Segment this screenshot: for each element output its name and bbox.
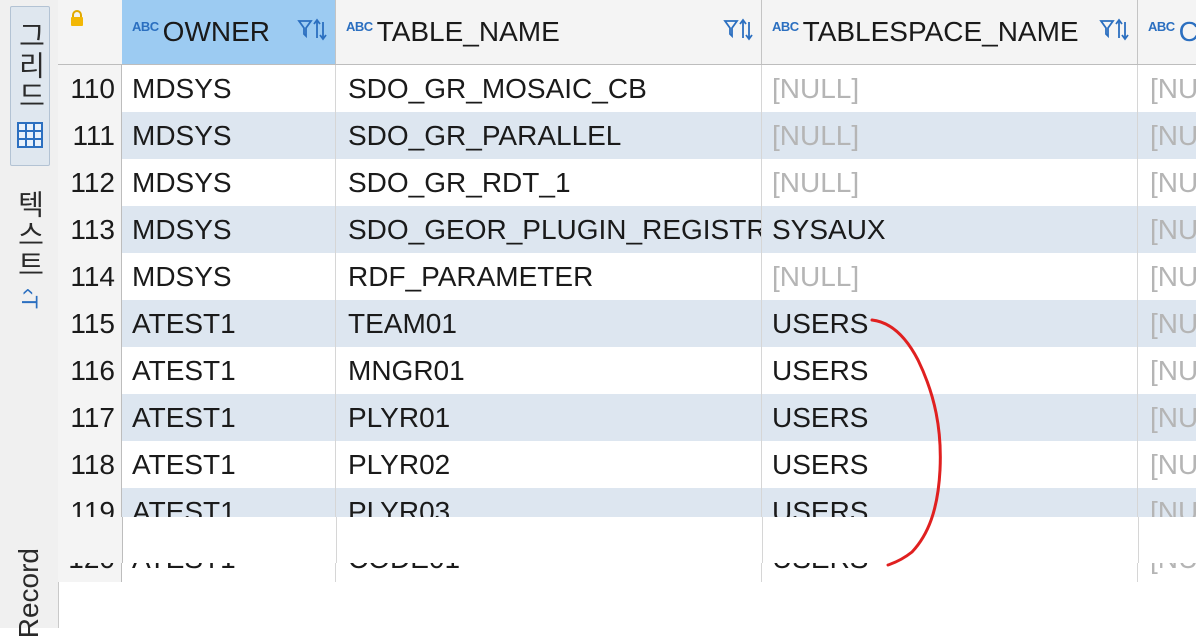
cell-tablespace-name[interactable]: USERS bbox=[762, 394, 1138, 441]
cell-table-name[interactable]: SDO_GEOR_PLUGIN_REGISTRY bbox=[336, 206, 762, 253]
cell-truncated[interactable]: [NU bbox=[1138, 347, 1196, 394]
cell-tablespace-name[interactable]: [NULL] bbox=[762, 253, 1138, 300]
cell-owner[interactable]: ATEST1 bbox=[122, 441, 336, 488]
cell-owner[interactable]: ATEST1 bbox=[122, 347, 336, 394]
view-mode-rail: 그리드 텍스트 ‹T Record bbox=[0, 0, 59, 638]
table-row[interactable]: 111 MDSYS SDO_GR_PARALLEL [NULL] [NU bbox=[58, 112, 1196, 159]
cell-truncated[interactable]: [NU bbox=[1138, 253, 1196, 300]
column-name: TABLE_NAME bbox=[376, 16, 560, 47]
filter-sort-icon[interactable] bbox=[297, 18, 327, 42]
column-header-owner[interactable]: ABC OWNER bbox=[122, 0, 336, 64]
table-row[interactable]: 112 MDSYS SDO_GR_RDT_1 [NULL] [NU bbox=[58, 159, 1196, 206]
column-name: OWNER bbox=[162, 16, 270, 47]
text-format-icon: ‹T bbox=[17, 288, 42, 309]
cell-tablespace-name[interactable]: USERS bbox=[762, 347, 1138, 394]
cell-truncated[interactable]: [NU bbox=[1138, 441, 1196, 488]
cell-table-name[interactable]: PLYR01 bbox=[336, 394, 762, 441]
cell-tablespace-name[interactable]: [NULL] bbox=[762, 65, 1138, 112]
table-row[interactable]: 115 ATEST1 TEAM01 USERS [NU bbox=[58, 300, 1196, 347]
record-view-label: Record bbox=[13, 548, 44, 638]
text-view-label: 텍스트 bbox=[14, 190, 45, 280]
cell-owner[interactable]: MDSYS bbox=[122, 159, 336, 206]
string-type-icon: ABC bbox=[772, 18, 799, 34]
row-number[interactable]: 114 bbox=[58, 253, 122, 300]
text-view-tab[interactable]: 텍스트 ‹T bbox=[10, 186, 48, 336]
table-row[interactable]: 110 MDSYS SDO_GR_MOSAIC_CB [NULL] [NU bbox=[58, 65, 1196, 112]
row-number[interactable]: 118 bbox=[58, 441, 122, 488]
cell-table-name[interactable]: SDO_GR_PARALLEL bbox=[336, 112, 762, 159]
cell-truncated[interactable]: [NU bbox=[1138, 300, 1196, 347]
cell-table-name[interactable]: MNGR01 bbox=[336, 347, 762, 394]
cell-truncated[interactable]: [NU bbox=[1138, 394, 1196, 441]
cell-owner[interactable]: ATEST1 bbox=[122, 394, 336, 441]
cell-table-name[interactable]: SDO_GR_MOSAIC_CB bbox=[336, 65, 762, 112]
cell-owner[interactable]: ATEST1 bbox=[122, 300, 336, 347]
column-name: TABLESPACE_NAME bbox=[802, 16, 1079, 47]
table-row[interactable]: 114 MDSYS RDF_PARAMETER [NULL] [NU bbox=[58, 253, 1196, 300]
string-type-icon: ABC bbox=[346, 18, 373, 34]
table-row[interactable]: 117 ATEST1 PLYR01 USERS [NU bbox=[58, 394, 1196, 441]
cell-owner[interactable]: MDSYS bbox=[122, 206, 336, 253]
empty-cell bbox=[762, 517, 1139, 563]
row-number[interactable]: 110 bbox=[58, 65, 122, 112]
cell-owner[interactable]: MDSYS bbox=[122, 65, 336, 112]
column-header-table-name[interactable]: ABC TABLE_NAME bbox=[336, 0, 762, 64]
row-number[interactable]: 111 bbox=[58, 112, 122, 159]
row-number[interactable]: 115 bbox=[58, 300, 122, 347]
cell-tablespace-name[interactable]: [NULL] bbox=[762, 112, 1138, 159]
cell-tablespace-name[interactable]: USERS bbox=[762, 441, 1138, 488]
table-row[interactable]: 116 ATEST1 MNGR01 USERS [NU bbox=[58, 347, 1196, 394]
row-number[interactable]: 117 bbox=[58, 394, 122, 441]
cell-owner[interactable]: MDSYS bbox=[122, 253, 336, 300]
grid-header: ABC OWNER ABC TABLE_NAME ABC TABLESPACE_… bbox=[58, 0, 1196, 65]
string-type-icon: ABC bbox=[132, 18, 159, 34]
row-number[interactable]: 113 bbox=[58, 206, 122, 253]
empty-cell bbox=[336, 517, 763, 563]
empty-row-number bbox=[58, 517, 123, 563]
grid-icon bbox=[17, 122, 43, 148]
cell-table-name[interactable]: PLYR02 bbox=[336, 441, 762, 488]
cell-table-name[interactable]: TEAM01 bbox=[336, 300, 762, 347]
column-header-truncated[interactable]: ABC C bbox=[1138, 0, 1196, 64]
empty-cell bbox=[122, 517, 337, 563]
filter-sort-icon[interactable] bbox=[723, 18, 753, 42]
empty-row bbox=[58, 517, 1196, 563]
filter-sort-icon[interactable] bbox=[1099, 18, 1129, 42]
column-header-tablespace-name[interactable]: ABC TABLESPACE_NAME bbox=[762, 0, 1138, 64]
cell-truncated[interactable]: [NU bbox=[1138, 159, 1196, 206]
table-row[interactable]: 118 ATEST1 PLYR02 USERS [NU bbox=[58, 441, 1196, 488]
cell-owner[interactable]: MDSYS bbox=[122, 112, 336, 159]
row-number[interactable]: 116 bbox=[58, 347, 122, 394]
cell-tablespace-name[interactable]: SYSAUX bbox=[762, 206, 1138, 253]
column-name: C bbox=[1178, 16, 1196, 47]
cell-tablespace-name[interactable]: USERS bbox=[762, 300, 1138, 347]
table-row[interactable]: 113 MDSYS SDO_GEOR_PLUGIN_REGISTRY SYSAUX [N… bbox=[58, 206, 1196, 253]
cell-tablespace-name[interactable]: [NULL] bbox=[762, 159, 1138, 206]
record-view-tab[interactable]: Record bbox=[10, 548, 48, 638]
grid-view-label: 그리드 bbox=[15, 21, 46, 111]
cell-table-name[interactable]: SDO_GR_RDT_1 bbox=[336, 159, 762, 206]
grid-corner[interactable] bbox=[58, 0, 123, 64]
cell-truncated[interactable]: [NU bbox=[1138, 206, 1196, 253]
lock-icon bbox=[71, 10, 83, 26]
cell-truncated[interactable]: [NU bbox=[1138, 65, 1196, 112]
row-number[interactable]: 112 bbox=[58, 159, 122, 206]
cell-truncated[interactable]: [NU bbox=[1138, 112, 1196, 159]
grid-view-tab[interactable]: 그리드 bbox=[10, 6, 50, 166]
result-grid: ABC OWNER ABC TABLE_NAME ABC TABLESPACE_… bbox=[58, 0, 1196, 628]
cell-table-name[interactable]: RDF_PARAMETER bbox=[336, 253, 762, 300]
string-type-icon: ABC bbox=[1148, 18, 1175, 34]
